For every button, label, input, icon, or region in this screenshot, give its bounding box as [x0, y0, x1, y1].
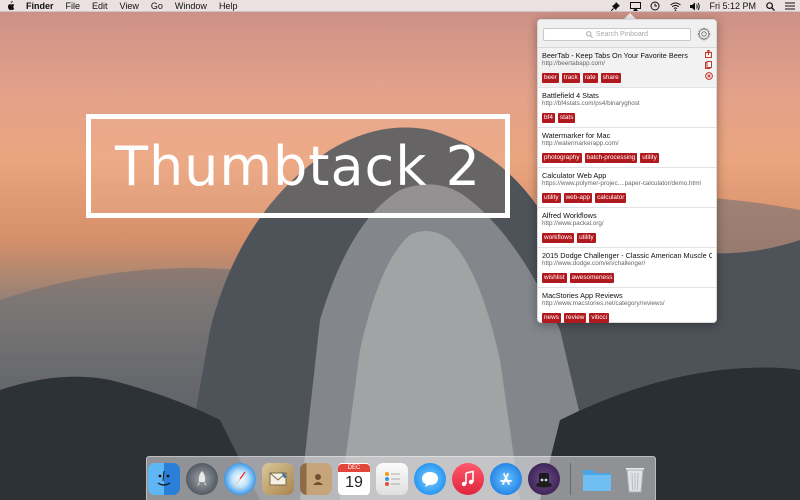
- calendar-icon[interactable]: DEC 19: [338, 463, 370, 495]
- bookmark-tags: beer track rate share: [542, 73, 712, 83]
- bookmark-item[interactable]: BeerTab - Keep Tabs On Your Favorite Bee…: [538, 48, 716, 88]
- bookmark-item[interactable]: MacStories App Reviews http://www.macsto…: [538, 288, 716, 328]
- finder-icon[interactable]: [148, 463, 180, 495]
- trash-icon[interactable]: [619, 463, 651, 495]
- popover-header: Search Pinboard: [538, 20, 716, 48]
- dock-items: DEC 19: [148, 460, 651, 498]
- downloads-folder-icon[interactable]: [581, 463, 613, 495]
- bookmark-title[interactable]: Alfred Workflows: [542, 211, 712, 220]
- tag[interactable]: bf4: [542, 113, 555, 123]
- volume-icon[interactable]: [685, 0, 705, 12]
- tag[interactable]: rate: [582, 73, 598, 83]
- launchpad-icon[interactable]: [186, 463, 218, 495]
- bookmark-item[interactable]: Alfred Workflows http://www.packal.org/ …: [538, 208, 716, 248]
- tag[interactable]: review: [563, 313, 587, 323]
- reminders-icon[interactable]: [376, 463, 408, 495]
- bookmark-title[interactable]: Watermarker for Mac: [542, 131, 712, 140]
- menu-bar: Finder File Edit View Go Window Help Fri…: [0, 0, 800, 12]
- bookmark-tags: news review viticci: [542, 313, 712, 323]
- bookmark-title[interactable]: Battlefield 4 Stats: [542, 91, 712, 100]
- menu-app-name[interactable]: Finder: [20, 0, 60, 12]
- menu-window[interactable]: Window: [169, 0, 213, 12]
- overlay-title: Thumbtack 2: [114, 134, 482, 198]
- delete-icon[interactable]: [705, 72, 713, 80]
- tag[interactable]: workflows: [542, 233, 575, 243]
- tag[interactable]: web-app: [563, 193, 593, 203]
- bookmark-title[interactable]: MacStories App Reviews: [542, 291, 712, 300]
- tag[interactable]: share: [600, 73, 621, 83]
- tag[interactable]: utility: [577, 233, 596, 243]
- tag[interactable]: viticci: [589, 313, 610, 323]
- bookmark-tags: bf4 stats: [542, 113, 712, 123]
- bookmark-actions: [705, 50, 713, 80]
- menu-file[interactable]: File: [60, 0, 87, 12]
- itunes-icon[interactable]: [452, 463, 484, 495]
- bookmark-title[interactable]: BeerTab - Keep Tabs On Your Favorite Bee…: [542, 51, 712, 60]
- menu-help[interactable]: Help: [213, 0, 244, 12]
- bookmark-url[interactable]: http://www.packal.org/: [542, 220, 712, 228]
- bookmark-title[interactable]: 2015 Dodge Challenger - Classic American…: [542, 251, 712, 260]
- bookmark-tags: workflows utility: [542, 233, 712, 243]
- bookmark-tags: utility web-app calculator: [542, 193, 712, 203]
- tag[interactable]: news: [542, 313, 561, 323]
- bookmark-url[interactable]: http://www.dodge.com/en/challenger/: [542, 260, 712, 268]
- tag[interactable]: awesomeness: [569, 273, 615, 283]
- safari-icon[interactable]: [224, 463, 256, 495]
- title-frame: Thumbtack 2: [86, 114, 510, 218]
- wifi-icon[interactable]: [665, 0, 685, 12]
- airplay-icon[interactable]: [625, 0, 645, 12]
- appstore-icon[interactable]: [490, 463, 522, 495]
- tag[interactable]: beer: [542, 73, 559, 83]
- bookmark-url[interactable]: http://bf4stats.com/ps4/binaryghost: [542, 100, 712, 108]
- calendar-month: DEC: [338, 464, 370, 472]
- share-icon[interactable]: [705, 50, 712, 58]
- list-icon[interactable]: [780, 0, 800, 12]
- gear-icon[interactable]: [697, 27, 711, 41]
- search-field-icon: [586, 31, 593, 38]
- tag[interactable]: photography: [542, 153, 582, 163]
- bookmark-tags: wishlist awesomeness: [542, 273, 712, 283]
- timemachine-icon[interactable]: [645, 0, 665, 12]
- messages-icon[interactable]: [414, 463, 446, 495]
- mail-icon[interactable]: [262, 463, 294, 495]
- menubar-clock[interactable]: Fri 5:12 PM: [705, 1, 760, 11]
- bookmark-item[interactable]: Battlefield 4 Stats http://bf4stats.com/…: [538, 88, 716, 128]
- copy-icon[interactable]: [705, 61, 712, 69]
- apple-icon[interactable]: [0, 0, 20, 11]
- bookmark-url[interactable]: http://watermarkerapp.com/: [542, 140, 712, 148]
- alfred-icon[interactable]: [528, 463, 560, 495]
- search-field[interactable]: Search Pinboard: [543, 28, 691, 41]
- search-icon[interactable]: [760, 0, 780, 12]
- menu-view[interactable]: View: [114, 0, 145, 12]
- tag[interactable]: utility: [542, 193, 561, 203]
- tag[interactable]: utility: [640, 153, 659, 163]
- bookmark-tags: photography batch-processing utility: [542, 153, 712, 163]
- bookmark-item[interactable]: Calculator Web App https://www.polymer-p…: [538, 168, 716, 208]
- pinboard-popover: Search Pinboard BeerTab - Keep Tabs On Y…: [537, 19, 717, 323]
- menu-go[interactable]: Go: [145, 0, 169, 12]
- contacts-icon[interactable]: [300, 463, 332, 495]
- tag[interactable]: track: [561, 73, 580, 83]
- dock-separator: [570, 463, 571, 495]
- tag[interactable]: stats: [557, 113, 576, 123]
- bookmark-item[interactable]: Watermarker for Mac http://watermarkerap…: [538, 128, 716, 168]
- bookmark-url[interactable]: http://www.macstories.net/category/revie…: [542, 300, 712, 308]
- bookmark-item[interactable]: 2015 Dodge Challenger - Classic American…: [538, 248, 716, 288]
- menu-edit[interactable]: Edit: [86, 0, 114, 12]
- pin-icon[interactable]: [605, 0, 625, 12]
- bookmark-title[interactable]: Calculator Web App: [542, 171, 712, 180]
- tag[interactable]: batch-processing: [584, 153, 638, 163]
- search-placeholder: Search Pinboard: [595, 31, 649, 38]
- bookmark-url[interactable]: https://www.polymer-projec....paper-calc…: [542, 180, 712, 188]
- calendar-day: 19: [345, 474, 363, 491]
- tag[interactable]: wishlist: [542, 273, 567, 283]
- tag[interactable]: calculator: [595, 193, 627, 203]
- bookmark-url[interactable]: http://beertabapp.com/: [542, 60, 712, 68]
